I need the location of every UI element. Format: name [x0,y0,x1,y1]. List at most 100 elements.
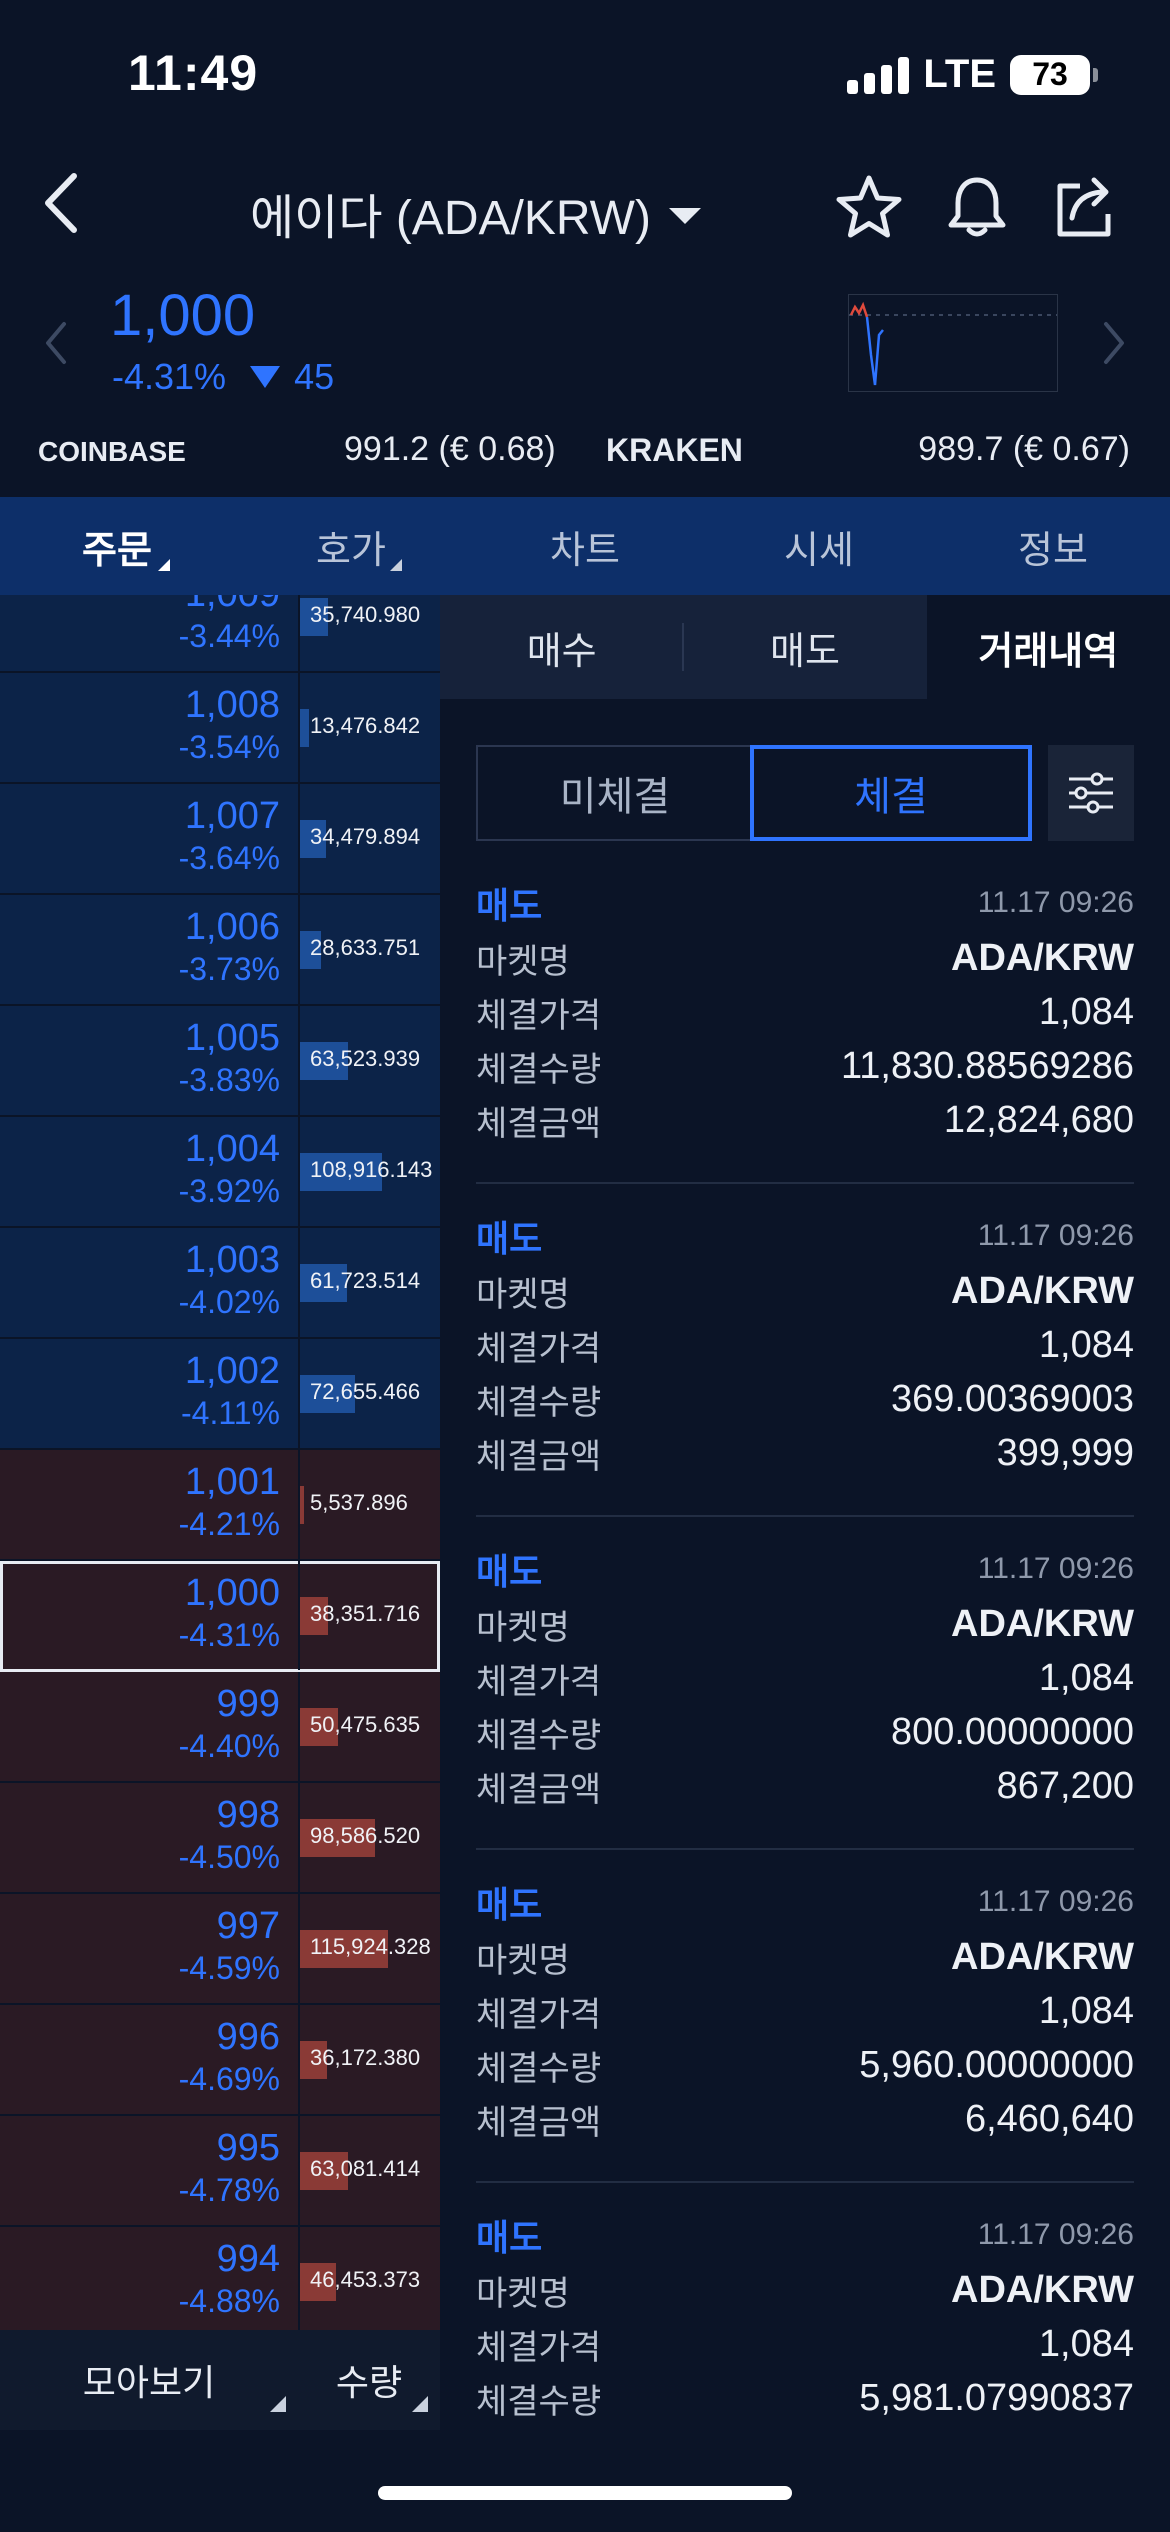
group-view-button[interactable]: 모아보기 [0,2330,298,2430]
corner-indicator-icon [412,2396,428,2412]
trade-field-price: 체결가격 1,084 [476,985,1134,1039]
quantity-mode-button[interactable]: 수량 [298,2330,440,2430]
orderbook-row[interactable]: 1,003 -4.02% 61,723.514 [0,1228,440,1339]
orderbook-volume-cell: 34,479.894 [298,784,440,893]
orderbook-volume: 35,740.980 [310,602,421,627]
tab-buy[interactable]: 매수 [440,595,683,699]
orderbook-volume-cell: 38,351.716 [298,1561,440,1670]
trade-time: 11.17 09:26 [977,886,1134,919]
status-indicators: LTE 73 [847,52,1098,97]
tab-price[interactable]: 시세 [702,497,936,595]
trade-field-amount: 체결금액 867,200 [476,1759,1134,1813]
orderbook-row[interactable]: 995 -4.78% 63,081.414 [0,2116,440,2227]
orderbook-row[interactable]: 1,001 -4.21% 5,537.896 [0,1450,440,1561]
trade-field-value: 6,460,640 [964,2097,1134,2140]
coinbase-label: COINBASE [38,436,186,467]
divider [476,2181,1134,2183]
trade-field-label: 체결수량 [476,1383,602,1422]
orderbook-price-cell: 997 -4.59% [0,1894,296,2003]
filter-button[interactable] [1048,745,1134,841]
orderbook-volume-cell: 98,586.520 [298,1783,440,1892]
orderbook[interactable]: 1,009-3.44% 35,740.980 1,008-3.54% 13,476.8… [0,595,440,2330]
market-selector[interactable]: 에이다 (ADA/KRW) [250,178,701,248]
trade-field-value: 1,084 [1038,2322,1134,2365]
trade-field-market: 마켓명 ADA/KRW [476,2263,1134,2317]
divider [682,623,684,671]
orderbook-row[interactable]: 1,004 -3.92% 108,916.143 [0,1117,440,1228]
orderbook-volume-cell: 50,475.635 [298,1672,440,1781]
orderbook-row[interactable]: 994 -4.88% 46,453.373 [0,2227,440,2330]
orderbook-price-cell: 1,004 -3.92% [0,1117,296,1226]
orderbook-row[interactable]: 1,000 -4.31% 38,351.716 [0,1561,440,1672]
tab-history[interactable]: 거래내역 [926,595,1170,699]
sliders-icon [1069,772,1113,814]
tab-chart[interactable]: 차트 [468,497,702,595]
unfilled-button[interactable]: 미체결 [478,747,752,839]
orderbook-row[interactable]: 997 -4.59% 115,924.328 [0,1894,440,2005]
orderbook-row[interactable]: 1,002 -4.11% 72,655.466 [0,1339,440,1450]
trade-item[interactable]: 매도 11.17 09:26 마켓명 ADA/KRW 체결가격 1,084 체결수량 800.… [476,1541,1134,1813]
trade-field-label: 체결수량 [476,1716,602,1755]
trade-item[interactable]: 매도 11.17 09:26 마켓명 ADA/KRW 체결가격 1,084 체결수량 5,98… [476,2207,1134,2425]
orderbook-row[interactable]: 996 -4.69% 36,172.380 [0,2005,440,2116]
orderbook-row[interactable]: 1,006 -3.73% 28,633.751 [0,895,440,1006]
trade-field-label: 체결금액 [476,1104,602,1143]
share-button[interactable] [1050,172,1120,242]
next-market-button[interactable] [1098,318,1128,368]
volume-bar [300,1486,304,1524]
trade-field-value: ADA/KRW [951,1935,1134,1978]
mini-price-chart[interactable] [848,294,1058,392]
kraken-label: KRAKEN [606,432,743,468]
trade-field-value: 1,084 [1038,1989,1134,2032]
tab-info[interactable]: 정보 [936,497,1170,595]
orderbook-percent: -3.54% [178,728,280,765]
tab-order[interactable]: 주문 [0,497,234,595]
orderbook-row[interactable]: 1,009-3.44% 35,740.980 [0,595,440,673]
orderbook-price: 1,000 [184,1572,280,1614]
trade-field-value: 1,084 [1038,990,1134,1033]
orderbook-percent: -3.83% [178,1061,280,1098]
orderbook-volume-cell: 35,740.980 [298,595,440,671]
prev-market-button[interactable] [42,318,72,368]
orderbook-row[interactable]: 998 -4.50% 98,586.520 [0,1783,440,1894]
market-title: 에이다 (ADA/KRW) [250,192,651,245]
group-view-label: 모아보기 [82,2362,216,2403]
trade-field-label: 체결수량 [476,2382,602,2421]
filled-button[interactable]: 체결 [750,745,1032,841]
trade-item[interactable]: 매도 11.17 09:26 마켓명 ADA/KRW 체결가격 1,084 체결수량 5,96… [476,1874,1134,2146]
divider [476,1182,1134,1184]
trade-field-label: 체결가격 [476,1329,602,1368]
orderbook-price-cell: 1,009-3.44% [0,595,296,671]
orderbook-percent: -4.69% [178,2060,280,2097]
tab-sell[interactable]: 매도 [683,595,926,699]
orderbook-volume: 98,586.520 [310,1823,421,1848]
orderbook-percent: -3.64% [178,839,280,876]
tab-orderbook[interactable]: 호가 [234,497,468,595]
unfilled-label: 미체결 [559,775,671,819]
trade-field-label: 마켓명 [476,1275,570,1314]
orderbook-percent: -4.88% [178,2282,280,2319]
favorite-button[interactable] [834,172,904,242]
orderbook-percent: -4.02% [178,1283,280,1320]
trade-field-label: 체결가격 [476,1995,602,2034]
orderbook-volume-cell: 108,916.143 [298,1117,440,1226]
orderbook-price-cell: 996 -4.69% [0,2005,296,2114]
orderbook-row[interactable]: 1,005 -3.83% 63,523.939 [0,1006,440,1117]
orderbook-row[interactable]: 1,007 -3.64% 34,479.894 [0,784,440,895]
trade-field-value: ADA/KRW [951,936,1134,979]
orderbook-row[interactable]: 1,008 -3.54% 13,476.842 [0,673,440,784]
trade-field-value: 399,999 [996,1431,1134,1474]
orderbook-price-cell: 1,005 -3.83% [0,1006,296,1115]
orderbook-percent: -3.92% [178,1172,280,1209]
trade-item[interactable]: 매도 11.17 09:26 마켓명 ADA/KRW 체결가격 1,084 체결수량 369.… [476,1208,1134,1480]
share-icon [1057,177,1111,237]
orderbook-percent: -4.40% [178,1727,280,1764]
trade-header: 매도 11.17 09:26 [476,1208,1134,1264]
orderbook-price: 1,009 [0,595,280,616]
orderbook-row[interactable]: 999 -4.40% 50,475.635 [0,1672,440,1783]
trade-item[interactable]: 매도 11.17 09:26 마켓명 ADA/KRW 체결가격 1,084 체결수량 11,8… [476,875,1134,1147]
alert-button[interactable] [942,172,1012,242]
battery-icon: 73 [1010,54,1098,95]
back-button[interactable] [36,168,86,238]
orderbook-percent: -3.44% [178,617,280,654]
